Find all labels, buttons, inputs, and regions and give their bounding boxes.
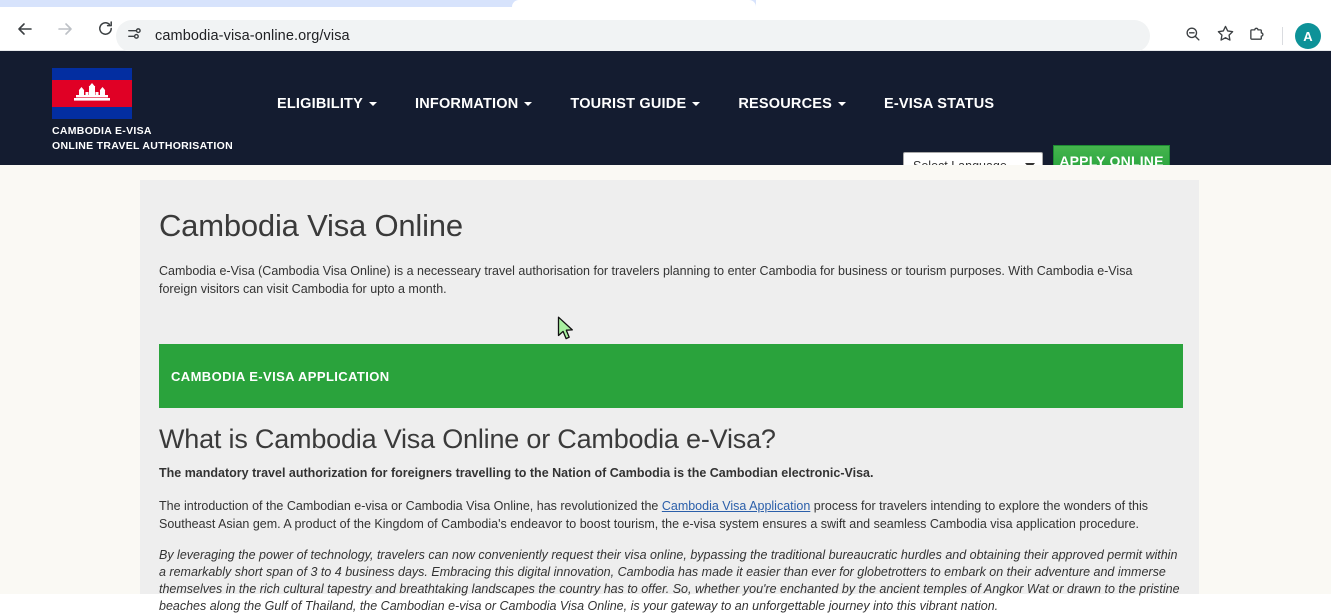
chevron-down-icon: [368, 102, 377, 106]
nav-item-information[interactable]: INFORMATION: [396, 96, 551, 112]
nav-label: INFORMATION: [414, 96, 519, 112]
section-title: What is Cambodia Visa Online or Cambodia…: [159, 424, 776, 454]
page-background: Cambodia Visa Online Cambodia e-Visa (Ca…: [0, 165, 1331, 613]
browser-toolbar: cambodia-visa-online.org/visa A: [0, 7, 1331, 52]
brand-line-1: CAMBODIA E-VISA: [52, 125, 152, 137]
paragraph-one-before-link: The introduction of the Cambodian e-visa…: [159, 499, 662, 513]
paragraph-two-italic: By leveraging the power of technology, t…: [159, 548, 1180, 613]
main-navigation: ELIGIBILITY INFORMATION TOURIST GUIDE RE…: [258, 96, 1013, 112]
nav-label: ELIGIBILITY: [277, 96, 363, 112]
cambodia-flag-icon: [52, 68, 132, 119]
nav-label: RESOURCES: [738, 96, 832, 112]
chevron-down-icon: [692, 102, 701, 106]
zoom-out-icon: [1184, 25, 1202, 48]
brand-text: CAMBODIA E-VISA ONLINE TRAVEL AUTHORISAT…: [52, 124, 233, 154]
intro-paragraph: Cambodia e-Visa (Cambodia Visa Online) i…: [159, 264, 1133, 296]
angkor-wat-glyph: [74, 83, 110, 101]
site-header: CAMBODIA E-VISA ONLINE TRAVEL AUTHORISAT…: [0, 51, 1331, 180]
site-logo[interactable]: CAMBODIA E-VISA ONLINE TRAVEL AUTHORISAT…: [52, 68, 233, 154]
evisa-application-banner[interactable]: CAMBODIA E-VISA APPLICATION: [159, 344, 1183, 408]
reload-icon: [96, 19, 115, 38]
browser-active-tab[interactable]: [512, 0, 756, 7]
avatar[interactable]: A: [1295, 23, 1321, 49]
nav-item-evisa-status[interactable]: E-VISA STATUS: [865, 96, 1013, 112]
banner-label: CAMBODIA E-VISA APPLICATION: [171, 368, 390, 384]
browser-tab-strip-empty: [756, 0, 1331, 7]
zoom-button[interactable]: [1178, 21, 1208, 51]
cambodia-visa-application-link[interactable]: Cambodia Visa Application: [662, 499, 810, 513]
chevron-down-icon: [524, 102, 533, 106]
forward-button[interactable]: [48, 12, 82, 46]
star-icon: [1216, 24, 1235, 48]
nav-item-tourist-guide[interactable]: TOURIST GUIDE: [551, 96, 719, 112]
extensions-button[interactable]: [1242, 21, 1272, 51]
lead-bold-text: The mandatory travel authorization for f…: [159, 466, 874, 480]
content-container: Cambodia Visa Online Cambodia e-Visa (Ca…: [140, 180, 1199, 613]
bookmark-button[interactable]: [1210, 21, 1240, 51]
nav-label: E-VISA STATUS: [884, 96, 995, 112]
nav-item-eligibility[interactable]: ELIGIBILITY: [258, 96, 396, 112]
address-bar-url[interactable]: cambodia-visa-online.org/visa: [155, 28, 350, 44]
paragraph-one: The introduction of the Cambodian e-visa…: [159, 498, 1180, 533]
address-bar[interactable]: cambodia-visa-online.org/visa: [116, 20, 1150, 52]
toolbar-divider: [1282, 27, 1283, 45]
back-button[interactable]: [8, 12, 42, 46]
chevron-down-icon: [838, 102, 846, 106]
site-info-button[interactable]: [121, 23, 147, 49]
page-title: Cambodia Visa Online: [159, 208, 463, 243]
tune-controls-icon: [126, 25, 143, 47]
brand-line-2: ONLINE TRAVEL AUTHORISATION: [52, 140, 233, 152]
arrow-left-icon: [15, 19, 35, 39]
arrow-right-icon: [55, 19, 75, 39]
extensions-puzzle-icon: [1248, 24, 1267, 48]
nav-label: TOURIST GUIDE: [570, 96, 687, 112]
nav-item-resources[interactable]: RESOURCES: [719, 96, 865, 112]
